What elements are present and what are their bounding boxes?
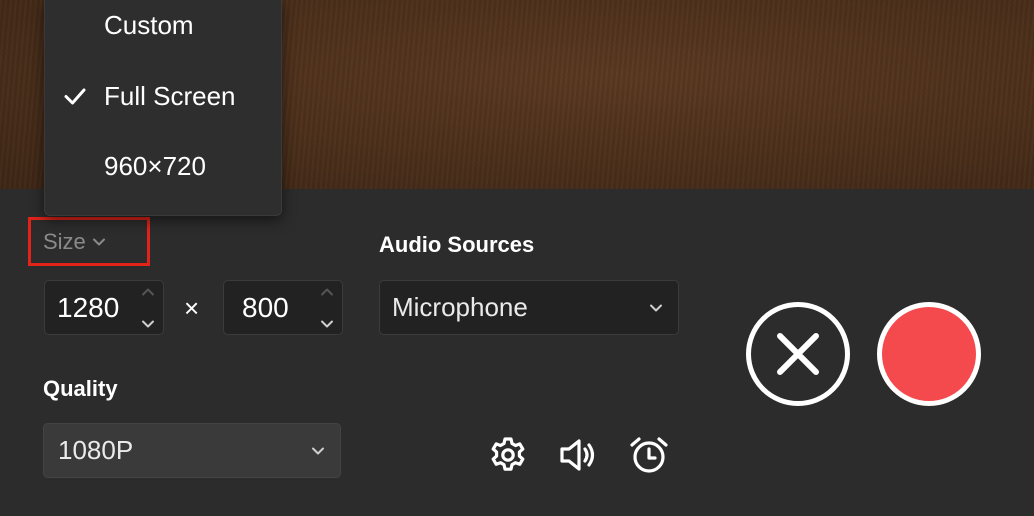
dimension-separator: × bbox=[184, 293, 200, 323]
width-value: 1280 bbox=[57, 291, 120, 323]
menu-item-960x720[interactable]: 960×720 bbox=[45, 141, 281, 191]
height-value: 800 bbox=[242, 291, 289, 323]
chevron-down-icon bbox=[92, 235, 106, 249]
width-stepper[interactable] bbox=[139, 285, 157, 331]
chevron-down-icon[interactable] bbox=[141, 317, 155, 331]
size-dropdown-toggle[interactable]: Size bbox=[28, 217, 150, 266]
height-input[interactable]: 800 bbox=[223, 280, 343, 335]
chevron-down-icon bbox=[648, 300, 664, 316]
size-label: Size bbox=[43, 228, 86, 254]
cancel-button[interactable] bbox=[746, 302, 850, 406]
height-stepper[interactable] bbox=[318, 285, 336, 331]
width-input[interactable]: 1280 bbox=[44, 280, 164, 335]
record-button[interactable] bbox=[877, 302, 981, 406]
settings-button[interactable] bbox=[486, 433, 530, 477]
menu-item-label: Custom bbox=[104, 9, 194, 40]
chevron-up-icon[interactable] bbox=[141, 285, 155, 299]
audio-source-select[interactable]: Microphone bbox=[379, 280, 679, 335]
quality-select[interactable]: 1080P bbox=[43, 423, 341, 478]
quality-value: 1080P bbox=[58, 435, 134, 465]
schedule-button[interactable] bbox=[627, 433, 671, 477]
audio-sources-label: Audio Sources bbox=[379, 232, 535, 257]
gear-icon bbox=[491, 437, 525, 471]
menu-item-label: 960×720 bbox=[104, 150, 206, 181]
checkmark-icon bbox=[63, 84, 87, 108]
chevron-up-icon[interactable] bbox=[320, 285, 334, 299]
speaker-icon bbox=[560, 439, 595, 471]
menu-item-full-screen[interactable]: Full Screen bbox=[45, 71, 281, 121]
audio-settings-button[interactable] bbox=[556, 433, 600, 477]
menu-item-custom[interactable]: Custom bbox=[45, 0, 281, 50]
quality-label: Quality bbox=[43, 376, 118, 401]
menu-item-label: Full Screen bbox=[104, 80, 236, 111]
chevron-down-icon bbox=[310, 443, 326, 459]
size-dropdown-menu: Custom Full Screen 960×720 bbox=[44, 0, 282, 216]
alarm-clock-icon bbox=[630, 437, 668, 473]
audio-source-value: Microphone bbox=[392, 292, 528, 322]
close-icon bbox=[777, 333, 819, 375]
chevron-down-icon[interactable] bbox=[320, 317, 334, 331]
